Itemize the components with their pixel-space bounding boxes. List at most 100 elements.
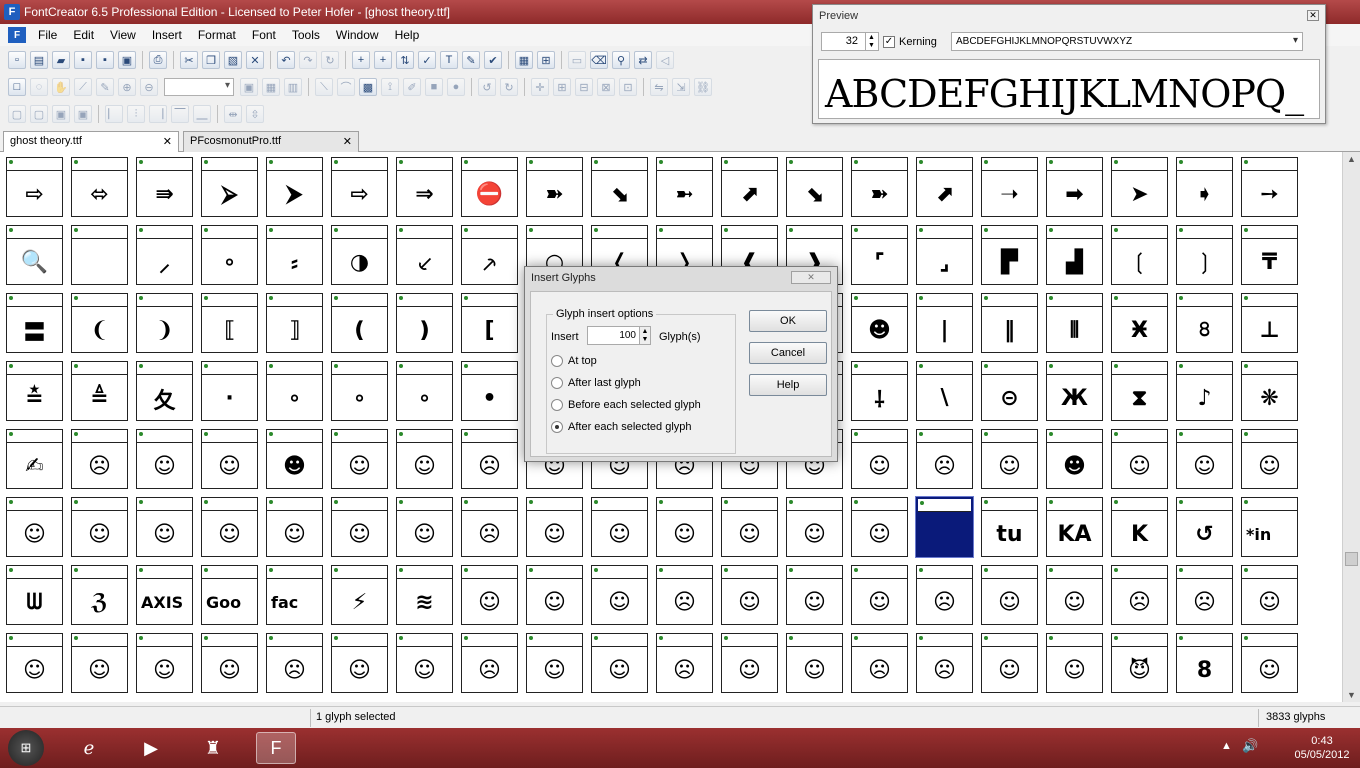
tray-expand-icon[interactable]: ▲ bbox=[1221, 740, 1232, 752]
glyph-cell[interactable]: ☹ bbox=[916, 429, 973, 489]
glyph-cell[interactable]: ☺ bbox=[721, 633, 778, 693]
glyph-cell[interactable]: ☺ bbox=[851, 497, 908, 557]
space-vertical-icon[interactable]: ⇳ bbox=[246, 105, 264, 123]
menu-view[interactable]: View bbox=[102, 28, 144, 42]
glyph-cell[interactable]: Goo bbox=[201, 565, 258, 625]
menu-font[interactable]: Font bbox=[244, 28, 284, 42]
glyph-cell[interactable]: ⸝ bbox=[136, 225, 193, 285]
mirror-icon[interactable]: ⇋ bbox=[650, 78, 668, 96]
glyph-cell[interactable]: ☺ bbox=[6, 633, 63, 693]
check-icon[interactable]: ✔ bbox=[484, 51, 502, 69]
glyph-cell[interactable]: fac bbox=[266, 565, 323, 625]
notes-icon[interactable]: ▭ bbox=[568, 51, 586, 69]
option-at-top[interactable]: At top bbox=[551, 355, 597, 367]
glyph-cell[interactable]: ⸕ bbox=[461, 225, 518, 285]
add-glyphs-icon[interactable]: ⊞ bbox=[537, 51, 555, 69]
option-after-last-glyph[interactable]: After last glyph bbox=[551, 377, 641, 389]
align-icon[interactable]: ⊞ bbox=[553, 78, 571, 96]
glyph-cell[interactable]: ⟦ bbox=[201, 293, 258, 353]
glyph-cell[interactable]: ➽ bbox=[851, 157, 908, 217]
glyph-cell[interactable]: ∘ bbox=[331, 361, 388, 421]
refresh-icon[interactable]: ↻ bbox=[321, 51, 339, 69]
glyph-cell[interactable]: ☺ bbox=[6, 497, 63, 557]
menu-window[interactable]: Window bbox=[328, 28, 387, 42]
align-right-icon[interactable]: ⎹ bbox=[149, 105, 167, 123]
scroll-down-icon[interactable]: ▼ bbox=[1343, 688, 1360, 702]
link-icon[interactable]: ⛓ bbox=[694, 78, 712, 96]
node-icon[interactable]: ✛ bbox=[531, 78, 549, 96]
curve-icon[interactable]: ⌒ bbox=[337, 78, 355, 96]
glyph-cell[interactable]: ☺ bbox=[786, 565, 843, 625]
glyph-cell[interactable]: ⸔ bbox=[396, 225, 453, 285]
zoom-select[interactable] bbox=[164, 78, 234, 96]
snap-icon[interactable]: ⊠ bbox=[597, 78, 615, 96]
glyph-cell[interactable]: ➽ bbox=[526, 157, 583, 217]
glyph-cell[interactable]: ☹ bbox=[656, 633, 713, 693]
zoom-in-icon[interactable]: ⊕ bbox=[118, 78, 136, 96]
glyph-cell[interactable]: ⊝ bbox=[981, 361, 1038, 421]
glyph-cell[interactable]: · bbox=[201, 361, 258, 421]
grid-icon[interactable]: ▦ bbox=[262, 78, 280, 96]
fit-icon[interactable]: ▣ bbox=[240, 78, 258, 96]
ok-button[interactable]: OK bbox=[749, 310, 827, 332]
glyph-cell[interactable]: ⇛ bbox=[136, 157, 193, 217]
glyph-cell[interactable]: K bbox=[1111, 497, 1168, 557]
zoom-icon[interactable]: ⚲ bbox=[612, 51, 630, 69]
glyph-cell[interactable]: ⦀ bbox=[1046, 293, 1103, 353]
glyph-cell[interactable] bbox=[915, 496, 974, 558]
start-button-icon[interactable]: ⊞ bbox=[8, 730, 44, 766]
glyph-cell[interactable]: ◑ bbox=[331, 225, 388, 285]
close-icon[interactable]: ✕ bbox=[343, 135, 352, 148]
glyph-cell[interactable]: ☺ bbox=[1111, 429, 1168, 489]
glyph-cell[interactable]: ☺ bbox=[786, 633, 843, 693]
internet-explorer-icon[interactable]: ℯ bbox=[72, 732, 106, 764]
glyph-cell[interactable]: • bbox=[461, 361, 518, 421]
glyph-cell[interactable]: ☹ bbox=[656, 565, 713, 625]
glyph-cell[interactable]: ➙ bbox=[1241, 157, 1298, 217]
glyph-cell[interactable]: ≋ bbox=[396, 565, 453, 625]
glyph-cell[interactable]: ☺ bbox=[1241, 429, 1298, 489]
group-icon[interactable]: ▣ bbox=[52, 105, 70, 123]
align-center-icon[interactable]: ⫶ bbox=[127, 105, 145, 123]
glyph-cell[interactable]: ☺ bbox=[591, 633, 648, 693]
kerning-checkbox[interactable]: ✓ bbox=[883, 36, 895, 48]
glyph-cell[interactable]: | bbox=[916, 293, 973, 353]
pen-icon[interactable]: ✎ bbox=[96, 78, 114, 96]
tab-ghost-theory[interactable]: ghost theory.ttf ✕ bbox=[3, 131, 179, 153]
cut-icon[interactable]: ✂ bbox=[180, 51, 198, 69]
validate-icon[interactable]: ✓ bbox=[418, 51, 436, 69]
lasso-icon[interactable]: ◌ bbox=[30, 78, 48, 96]
glyph-cell[interactable]: ↺ bbox=[1176, 497, 1233, 557]
save-icon[interactable]: ▪ bbox=[74, 51, 92, 69]
vertical-scrollbar[interactable]: ▲ ▼ bbox=[1342, 152, 1360, 702]
glyph-cell[interactable]: AXIS bbox=[136, 565, 193, 625]
glyph-cell[interactable]: ☻ bbox=[851, 293, 908, 353]
glyph-cell[interactable]: ☺ bbox=[721, 565, 778, 625]
help-button[interactable]: Help bbox=[749, 374, 827, 396]
glyph-cell[interactable]: ☺ bbox=[526, 565, 583, 625]
insert-glyph-icon[interactable]: + bbox=[352, 51, 370, 69]
install-font-icon[interactable]: ✎ bbox=[462, 51, 480, 69]
scroll-thumb[interactable] bbox=[1345, 552, 1358, 566]
glyph-cell[interactable]: ☺ bbox=[1176, 429, 1233, 489]
glyph-cell[interactable]: ☺ bbox=[591, 565, 648, 625]
glyph-cell[interactable]: ☺ bbox=[1046, 633, 1103, 693]
volume-icon[interactable]: 🔊 bbox=[1242, 738, 1258, 754]
menu-help[interactable]: Help bbox=[387, 28, 428, 42]
glyph-cell[interactable]: ‖ bbox=[981, 293, 1038, 353]
glyph-cell[interactable]: ∘ bbox=[266, 361, 323, 421]
align-left-icon[interactable]: ⎸ bbox=[105, 105, 123, 123]
glyph-cell[interactable]: ⬄ bbox=[71, 157, 128, 217]
glyph-cell[interactable]: ☹ bbox=[461, 497, 518, 557]
glyph-cell[interactable]: ☺ bbox=[981, 429, 1038, 489]
glyph-cell[interactable]: ☺ bbox=[1046, 565, 1103, 625]
delete-icon[interactable]: ✕ bbox=[246, 51, 264, 69]
glyph-cell[interactable]: 🔍 bbox=[6, 225, 63, 285]
glyph-cell[interactable]: ☺ bbox=[136, 429, 193, 489]
brush-icon[interactable]: ✐ bbox=[403, 78, 421, 96]
glyph-cell[interactable]: ⌟ bbox=[916, 225, 973, 285]
radio-button[interactable] bbox=[551, 399, 563, 411]
copy-font-icon[interactable]: ▣ bbox=[118, 51, 136, 69]
copy-icon[interactable]: ❐ bbox=[202, 51, 220, 69]
glyph-cell[interactable]: ☺ bbox=[656, 497, 713, 557]
